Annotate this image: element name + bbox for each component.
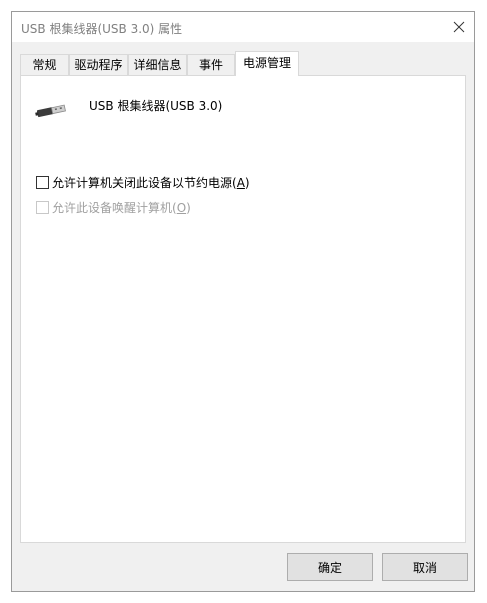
allow-wake-label: 允许此设备唤醒计算机(O)	[52, 201, 191, 215]
ok-button[interactable]: 确定	[287, 553, 373, 581]
close-icon	[453, 21, 465, 33]
title-bar: USB 根集线器(USB 3.0) 属性	[12, 12, 474, 42]
tab-general[interactable]: 常规	[20, 54, 69, 75]
tab-power-management[interactable]: 电源管理	[235, 51, 299, 76]
tab-details[interactable]: 详细信息	[128, 54, 187, 75]
cancel-button[interactable]: 取消	[382, 553, 468, 581]
allow-power-off-checkbox[interactable]	[36, 176, 49, 189]
properties-dialog: USB 根集线器(USB 3.0) 属性 常规 驱动程序 详细信息 事件 电源管…	[11, 11, 475, 592]
allow-power-off-option[interactable]: 允许计算机关闭此设备以节约电源(A)	[36, 174, 250, 191]
usb-plug-icon	[35, 104, 66, 118]
close-button[interactable]	[444, 12, 474, 42]
allow-power-off-label[interactable]: 允许计算机关闭此设备以节约电源(A)	[52, 174, 250, 191]
tab-driver[interactable]: 驱动程序	[69, 54, 128, 75]
device-name: USB 根集线器(USB 3.0)	[89, 99, 223, 113]
window-title: USB 根集线器(USB 3.0) 属性	[21, 22, 183, 36]
allow-wake-option: 允许此设备唤醒计算机(O)	[36, 199, 191, 216]
allow-wake-checkbox	[36, 201, 49, 214]
tab-events[interactable]: 事件	[187, 54, 235, 75]
power-management-panel: USB 根集线器(USB 3.0) 允许计算机关闭此设备以节约电源(A) 允许此…	[20, 75, 466, 543]
